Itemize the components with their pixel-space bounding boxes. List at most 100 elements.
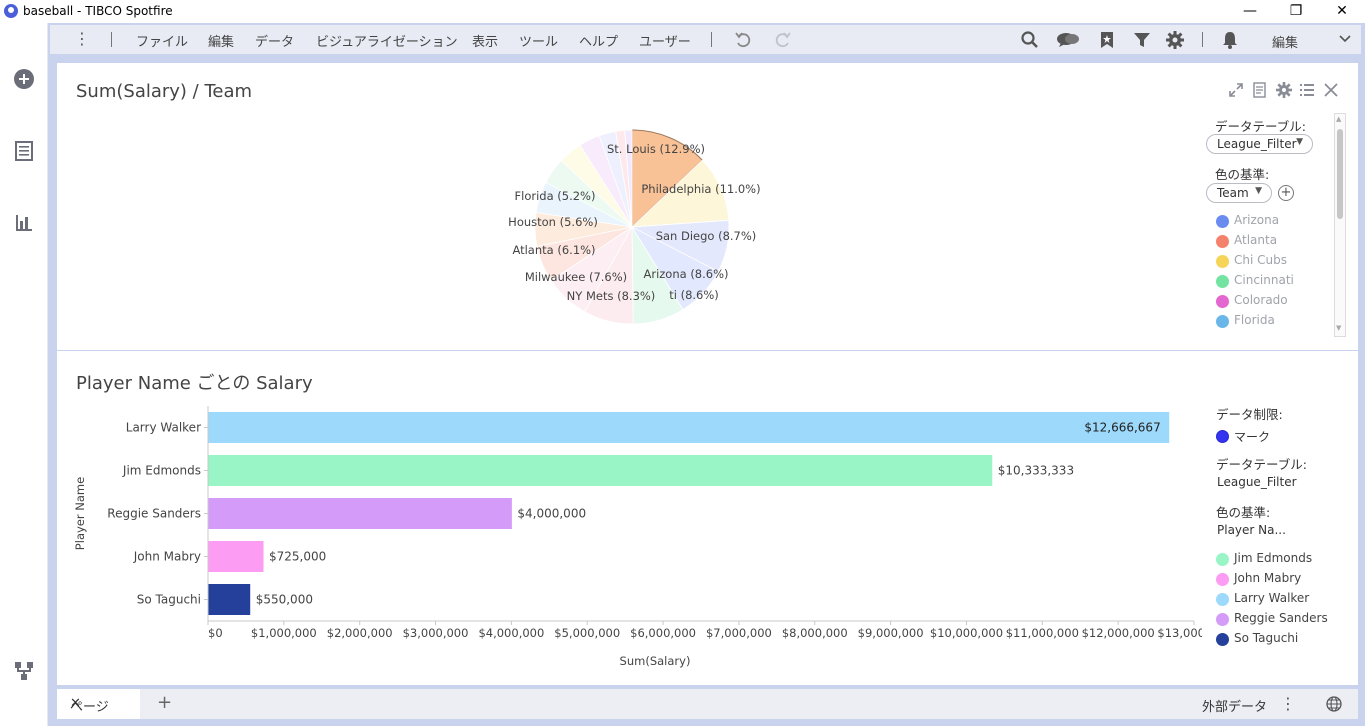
visualization-bar-icon[interactable] [12, 211, 36, 235]
x-tick-label: $1,000,000 [251, 626, 317, 640]
legend-item-label: Larry Walker [1234, 591, 1310, 605]
add-plus-circle-icon[interactable] [12, 67, 36, 91]
restore-button[interactable]: ❐ [1273, 0, 1319, 23]
legend-color-dot [1216, 633, 1229, 646]
x-tick-label: $5,000,000 [554, 626, 620, 640]
menu-divider [111, 32, 112, 47]
y-tick-label: Jim Edmonds [122, 464, 201, 478]
legend-color-dot [1216, 593, 1229, 606]
legend-item-label: Arizona [1234, 213, 1280, 227]
search-icon[interactable] [1020, 30, 1040, 50]
color-by-selector[interactable]: Team ▼ [1206, 183, 1272, 203]
legend-data-limit-header: データ制限: [1216, 407, 1283, 422]
scroll-down-arrow-icon[interactable]: ▼ [1336, 324, 1341, 332]
globe-icon[interactable] [1325, 695, 1343, 713]
legend-list-icon[interactable] [1298, 81, 1316, 99]
add-color-column-icon[interactable]: + [1278, 185, 1294, 201]
bar[interactable] [208, 584, 251, 615]
bar[interactable] [208, 455, 993, 486]
legend-color-dot [1216, 275, 1229, 288]
legend-scrollbar[interactable]: ▲ ▼ [1334, 113, 1346, 337]
menu-edit[interactable]: 編集 [208, 31, 234, 50]
more-vertical-icon[interactable]: ⋮ [1280, 694, 1296, 713]
mode-dropdown-label: 編集 [1272, 36, 1299, 51]
x-tick-label: $2,000,000 [327, 626, 393, 640]
data-limit-marking-label: マーク [1234, 430, 1271, 444]
legend-data-table-value: League_Filter [1217, 475, 1297, 489]
redo-icon[interactable] [773, 30, 793, 50]
x-tick-label: $4,000,000 [478, 626, 544, 640]
external-data-label[interactable]: 外部データ [1202, 696, 1267, 715]
data-table-icon[interactable] [12, 139, 36, 163]
legend-item-label: John Mabry [1234, 571, 1302, 585]
legend-item-label: Atlanta [1234, 233, 1278, 247]
pie-chart-panel: Sum(Salary) / Team St. Louis (12.9%) Phil… [57, 63, 1358, 350]
settings-gear-icon[interactable] [1165, 30, 1185, 50]
scrollbar-thumb[interactable] [1337, 129, 1343, 219]
menu-user[interactable]: ユーザー [639, 31, 691, 50]
bookmark-icon[interactable] [1097, 30, 1117, 50]
maximize-icon[interactable] [1227, 81, 1245, 99]
filter-icon[interactable] [1132, 30, 1152, 50]
pie-slice-label: NY Mets (8.3%) [567, 289, 656, 303]
pie-chart: St. Louis (12.9%) Philadelphia (11.0%) San… [508, 129, 761, 325]
dropdown-caret-icon: ▼ [1296, 137, 1303, 147]
pie-slice-label: Philadelphia (11.0%) [641, 182, 760, 196]
bar-value-label: $4,000,000 [517, 507, 586, 521]
legend-color-dot [1216, 215, 1229, 228]
x-tick-label: $0 [208, 626, 223, 640]
x-tick-label: $9,000,000 [858, 626, 924, 640]
menu-file[interactable]: ファイル [136, 31, 188, 50]
close-visualization-icon[interactable] [1322, 81, 1340, 99]
legend-color-dot [1216, 573, 1229, 586]
legend-color-dot [1216, 295, 1229, 308]
menu-divider [1202, 32, 1203, 47]
menu-view[interactable]: 表示 [472, 31, 498, 50]
x-tick-label: $12,000,000 [1082, 626, 1155, 640]
collaboration-chat-icon[interactable] [1055, 30, 1081, 50]
menu-divider [711, 32, 712, 47]
window-title: baseball - TIBCO Spotfire [23, 4, 173, 18]
bar-value-label: $725,000 [269, 550, 326, 564]
bar-value-label: $12,666,667 [1084, 421, 1160, 435]
legend-color-by-header: 色の基準: [1216, 505, 1271, 520]
bar-chart: Larry Walker $12,666,667 Jim Edmonds $10,33… [73, 406, 1202, 668]
chevron-down-icon [1339, 35, 1351, 43]
legend-color-dot [1216, 255, 1229, 268]
title-bar: baseball - TIBCO Spotfire — ❐ ✕ [0, 0, 1365, 23]
data-table-selector[interactable]: League_Filter ▼ [1206, 134, 1313, 154]
menu-visualization[interactable]: ビジュアライゼーション [316, 31, 458, 50]
visualization-toolbar [1227, 81, 1339, 99]
legend-item-label: Reggie Sanders [1234, 611, 1328, 625]
close-page-icon[interactable]: ✕ [70, 696, 81, 711]
mode-dropdown[interactable]: 編集 [1256, 28, 1358, 51]
menu-data[interactable]: データ [255, 31, 294, 50]
pie-slice-label: St. Louis (12.9%) [607, 142, 705, 156]
minimize-button[interactable]: — [1227, 0, 1273, 23]
legend-data-table-header: データテーブル: [1215, 119, 1306, 134]
more-vertical-icon[interactable]: ⋮ [74, 30, 90, 50]
notifications-bell-icon[interactable] [1220, 30, 1240, 50]
visualization-settings-icon[interactable] [1275, 81, 1293, 99]
details-document-icon[interactable] [1251, 81, 1269, 99]
close-window-button[interactable]: ✕ [1319, 0, 1365, 23]
menu-tools[interactable]: ツール [519, 31, 558, 50]
bar[interactable] [208, 498, 512, 529]
undo-icon[interactable] [733, 30, 753, 50]
y-tick-label: Reggie Sanders [107, 507, 201, 521]
data-flow-icon[interactable] [12, 659, 36, 683]
x-tick-label: $7,000,000 [706, 626, 772, 640]
legend-item-label: Chi Cubs [1234, 253, 1287, 267]
scroll-up-arrow-icon[interactable]: ▲ [1336, 115, 1341, 123]
pie-slice-label: ti (8.6%) [669, 288, 719, 302]
add-page-icon[interactable]: + [157, 692, 172, 713]
page-tab[interactable]: ページ ✕ [57, 689, 140, 719]
menu-bar: ⋮ ファイル 編集 データ ビジュアライゼーション 表示 ツール ヘルプ ユーザ… [50, 25, 1361, 54]
bar[interactable] [208, 541, 264, 572]
bar[interactable] [208, 412, 1170, 443]
x-tick-label: $3,000,000 [403, 626, 469, 640]
x-tick-label: $13,000,000 [1157, 626, 1202, 640]
legend-item-label: Jim Edmonds [1234, 551, 1313, 565]
x-tick-label: $8,000,000 [782, 626, 848, 640]
menu-help[interactable]: ヘルプ [579, 31, 618, 50]
